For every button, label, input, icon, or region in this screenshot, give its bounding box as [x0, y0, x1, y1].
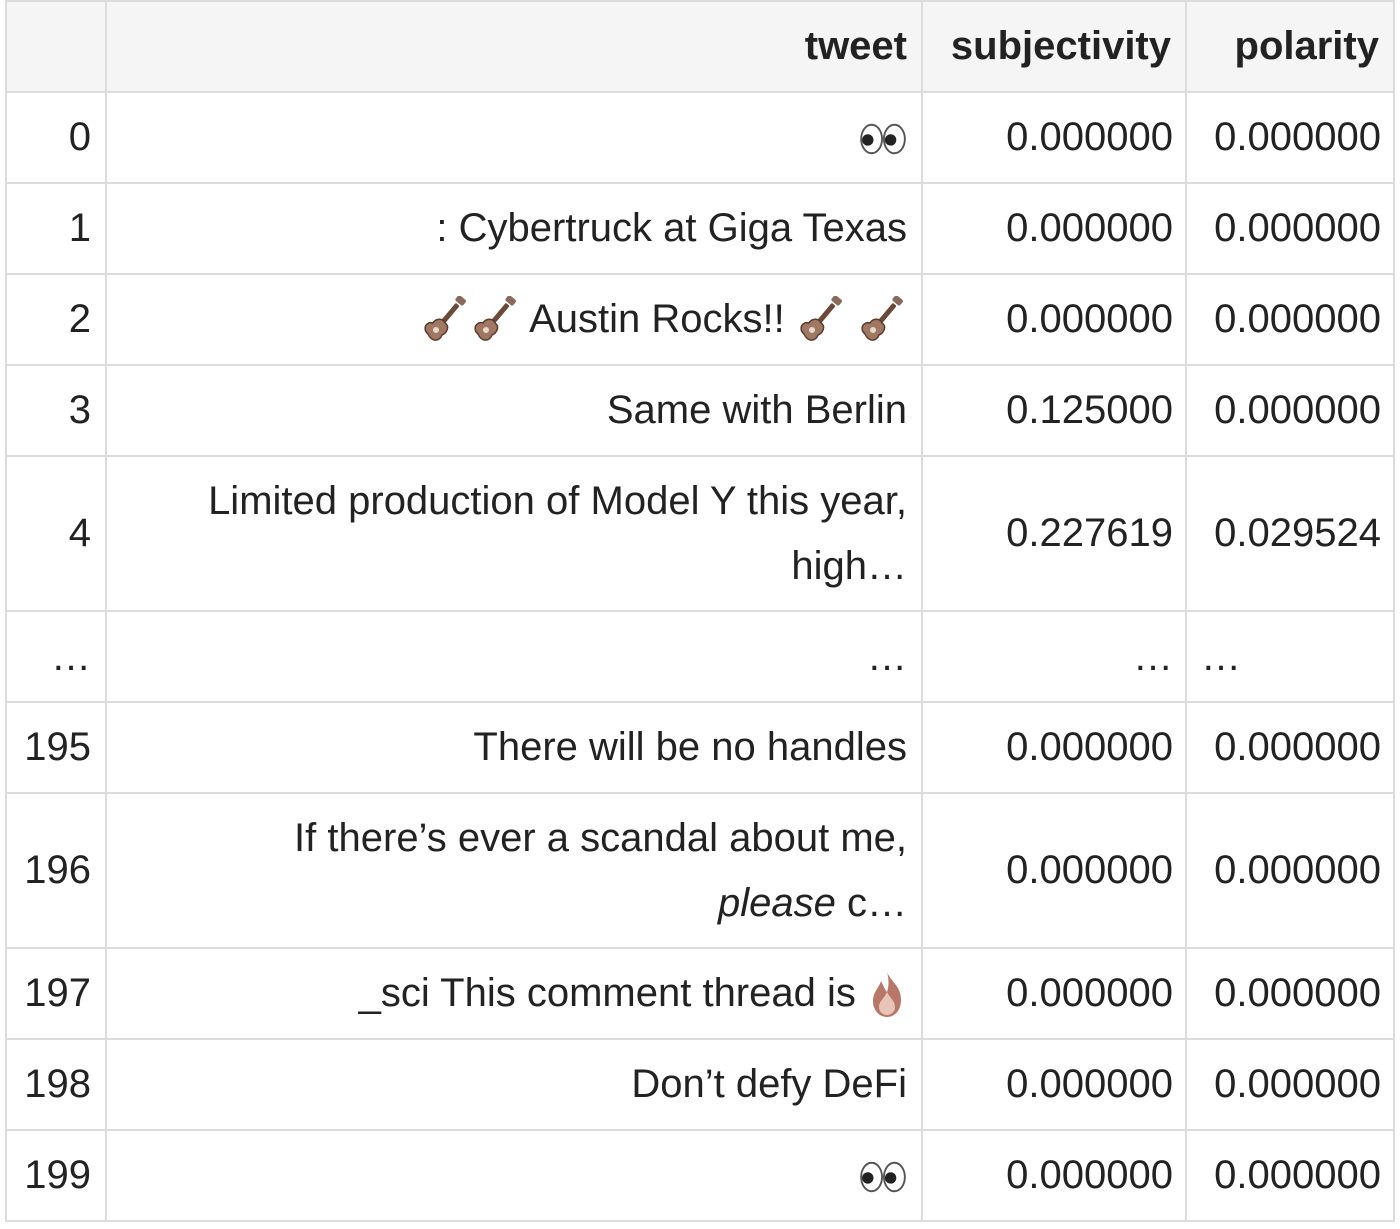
polarity-cell: 0.000000: [1185, 91, 1395, 184]
table-row: 4 Limited production of Model Y this yea…: [5, 455, 1395, 612]
guitar-icon: [470, 296, 520, 346]
row-index: 0: [5, 91, 107, 184]
table-row: 197 _sci This comment thread is 0.000000…: [5, 947, 1395, 1040]
row-index: 195: [5, 701, 107, 794]
fire-icon: [867, 970, 907, 1020]
polarity-cell: 0.000000: [1185, 792, 1395, 949]
header-row: tweet subjectivity polarity: [5, 0, 1395, 93]
polarity-cell: 0.000000: [1185, 364, 1395, 457]
subjectivity-cell: 0.000000: [921, 1129, 1187, 1222]
index-header: [5, 0, 107, 93]
subjectivity-cell: 0.000000: [921, 792, 1187, 949]
subjectivity-cell: 0.000000: [921, 1038, 1187, 1131]
table-row: 199 0.000000 0.000000: [5, 1129, 1395, 1222]
row-index: 3: [5, 364, 107, 457]
polarity-cell: 0.000000: [1185, 182, 1395, 275]
tweet-cell: Same with Berlin: [105, 364, 923, 457]
table-row: 2 Austin Rocks!! 0.000000 0.000000: [5, 273, 1395, 366]
tweet-cell: : Cybertruck at Giga Texas: [105, 182, 923, 275]
eyes-icon: [859, 120, 907, 158]
polarity-cell: …: [1185, 610, 1395, 703]
subjectivity-cell: 0.000000: [921, 947, 1187, 1040]
polarity-cell: 0.000000: [1185, 273, 1395, 366]
tweet-text-line: c…: [835, 880, 907, 925]
polarity-cell: 0.000000: [1185, 701, 1395, 794]
table-row-ellipsis: … … … …: [5, 610, 1395, 703]
row-index: 1: [5, 182, 107, 275]
row-index: 197: [5, 947, 107, 1040]
polarity-cell: 0.000000: [1185, 1038, 1395, 1131]
row-index: 196: [5, 792, 107, 949]
polarity-cell: 0.029524: [1185, 455, 1395, 612]
tweet-text: _sci This comment thread is: [358, 971, 856, 1015]
polarity-cell: 0.000000: [1185, 947, 1395, 1040]
polarity-cell: 0.000000: [1185, 1129, 1395, 1222]
guitar-icon: [420, 296, 470, 346]
subjectivity-header: subjectivity: [921, 0, 1187, 93]
row-index: 4: [5, 455, 107, 612]
subjectivity-cell: 0.125000: [921, 364, 1187, 457]
tweet-cell: _sci This comment thread is: [105, 947, 923, 1040]
tweet-text-italic: please: [718, 880, 836, 925]
subjectivity-cell: 0.000000: [921, 273, 1187, 366]
polarity-header: polarity: [1185, 0, 1395, 93]
tweet-cell: [105, 1129, 923, 1222]
row-index: 2: [5, 273, 107, 366]
subjectivity-cell: 0.000000: [921, 182, 1187, 275]
row-index: 198: [5, 1038, 107, 1131]
tweet-cell: …: [105, 610, 923, 703]
table-row: 0 0.000000 0.000000: [5, 91, 1395, 184]
subjectivity-cell: 0.000000: [921, 91, 1187, 184]
subjectivity-cell: …: [921, 610, 1187, 703]
table-row: 198 Don’t defy DeFi 0.000000 0.000000: [5, 1038, 1395, 1131]
row-index: 199: [5, 1129, 107, 1222]
tweet-cell: There will be no handles: [105, 701, 923, 794]
tweet-header: tweet: [105, 0, 923, 93]
tweet-cell: Austin Rocks!!: [105, 273, 923, 366]
subjectivity-cell: 0.227619: [921, 455, 1187, 612]
table-row: 195 There will be no handles 0.000000 0.…: [5, 701, 1395, 794]
table-row: 196 If there’s ever a scandal about me, …: [5, 792, 1395, 949]
tweet-text-line: high…: [791, 543, 907, 588]
dataframe-table: tweet subjectivity polarity 0 0.000000 0…: [5, 0, 1395, 1222]
guitar-icon: [796, 296, 846, 346]
subjectivity-cell: 0.000000: [921, 701, 1187, 794]
guitar-icon: [857, 296, 907, 346]
tweet-cell: If there’s ever a scandal about me, plea…: [105, 792, 923, 949]
table-row: 1 : Cybertruck at Giga Texas 0.000000 0.…: [5, 182, 1395, 275]
table-row: 3 Same with Berlin 0.125000 0.000000: [5, 364, 1395, 457]
eyes-icon: [859, 1158, 907, 1196]
tweet-cell: Don’t defy DeFi: [105, 1038, 923, 1131]
tweet-cell: [105, 91, 923, 184]
tweet-text: Austin Rocks!!: [529, 297, 785, 341]
tweet-text-line: Limited production of Model Y this year,: [208, 478, 907, 523]
tweet-cell: Limited production of Model Y this year,…: [105, 455, 923, 612]
tweet-text-line: If there’s ever a scandal about me,: [294, 815, 907, 860]
row-index: …: [5, 610, 107, 703]
